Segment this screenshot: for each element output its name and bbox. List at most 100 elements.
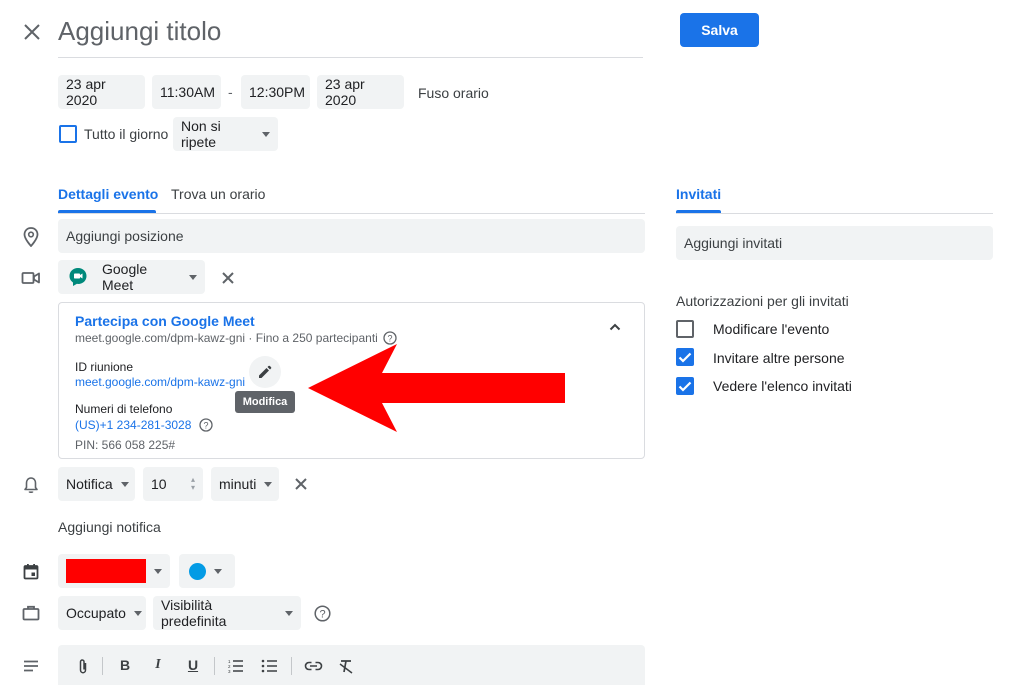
guests-divider (676, 213, 993, 214)
edit-tooltip: Modifica (235, 391, 295, 413)
description-lines-icon (20, 656, 42, 676)
permission-modify-event-label: Modificare l'evento (713, 321, 830, 337)
underline-icon[interactable]: U (184, 656, 202, 674)
guest-permissions-title: Autorizzazioni per gli invitati (676, 293, 849, 309)
repeat-dropdown[interactable]: Non si ripete (173, 117, 278, 151)
remove-conference-icon[interactable] (218, 268, 238, 288)
close-icon[interactable] (18, 18, 46, 46)
start-time-text: 11:30AM (160, 84, 215, 100)
link-icon[interactable] (303, 657, 323, 675)
notification-unit-text: minuti (219, 476, 257, 492)
toolbar-divider (291, 657, 292, 675)
title-placeholder: Aggiungi titolo (58, 16, 222, 46)
repeat-text: Non si ripete (181, 118, 221, 150)
availability-text: Occupato (66, 605, 126, 621)
tab-find-time-label: Trova un orario (171, 186, 266, 202)
event-color-dot (189, 562, 206, 580)
clear-formatting-icon[interactable] (337, 657, 355, 675)
title-input[interactable]: Aggiungi titolo (58, 14, 643, 58)
google-meet-icon (68, 267, 88, 287)
italic-icon[interactable]: I (149, 656, 167, 674)
bulleted-list-icon[interactable] (260, 657, 278, 675)
briefcase-icon (20, 602, 42, 624)
all-day-label: Tutto il giorno (84, 126, 169, 142)
notification-amount-text: 10 (151, 476, 167, 492)
description-toolbar: B I U 123 (58, 645, 645, 685)
notification-unit-dropdown[interactable]: minuti (211, 467, 279, 501)
calendar-icon (20, 560, 42, 582)
conference-dropdown[interactable]: Google Meet (58, 260, 205, 294)
calendar-color-swatch (66, 559, 146, 583)
chevron-up-icon[interactable] (605, 317, 625, 337)
edit-meeting-button[interactable] (249, 356, 281, 388)
guests-tab[interactable]: Invitati (676, 186, 721, 202)
end-date-chip[interactable]: 23 apr 2020 (317, 75, 404, 109)
tabs-divider (58, 213, 645, 214)
remove-notification-icon[interactable] (291, 474, 311, 494)
notification-amount-stepper[interactable]: 10 ▴ ▾ (143, 467, 203, 501)
toolbar-divider (102, 657, 103, 675)
chevron-down-icon (285, 610, 293, 616)
chevron-down-icon (133, 610, 142, 616)
start-date-text: 23 apr 2020 (66, 76, 106, 108)
all-day-checkbox[interactable] (59, 125, 77, 143)
permission-invite-others-label: Invitare altre persone (713, 350, 845, 366)
phone-row: (US)+1 234-281-3028 ? (75, 418, 214, 432)
pencil-icon (259, 365, 272, 378)
stepper-arrows-icon[interactable]: ▴ ▾ (191, 476, 195, 492)
numbered-list-icon[interactable]: 123 (226, 657, 244, 675)
notification-type-text: Notifica (66, 476, 113, 492)
visibility-text: Visibilità predefinita (161, 597, 227, 629)
timezone-link[interactable]: Fuso orario (418, 85, 489, 101)
save-label: Salva (701, 22, 738, 38)
chevron-down-icon (120, 481, 129, 487)
check-icon (678, 381, 692, 392)
meet-pin: PIN: 566 058 225# (75, 438, 176, 452)
event-color-select[interactable] (179, 554, 235, 588)
tab-find-time[interactable]: Trova un orario (171, 186, 265, 202)
video-camera-icon (20, 267, 42, 289)
attachment-icon[interactable] (74, 657, 92, 675)
chevron-down-icon (154, 568, 162, 574)
tab-details[interactable]: Dettagli evento (58, 186, 158, 202)
chevron-down-icon (262, 131, 270, 137)
chevron-down-icon (189, 274, 197, 280)
edit-tooltip-text: Modifica (242, 396, 288, 408)
annotation-arrow (308, 344, 565, 432)
toolbar-divider (214, 657, 215, 675)
add-guests-placeholder: Aggiungi invitati (684, 235, 783, 251)
location-pin-icon (20, 226, 42, 248)
guests-tab-label: Invitati (676, 186, 722, 202)
chevron-down-icon (214, 568, 222, 574)
save-button[interactable]: Salva (680, 13, 759, 47)
add-guests-input[interactable]: Aggiungi invitati (676, 226, 993, 260)
permission-invite-others-checkbox[interactable] (676, 348, 694, 366)
permission-see-guests-checkbox[interactable] (676, 377, 694, 395)
join-meet-link[interactable]: Partecipa con Google Meet (75, 313, 255, 329)
time-separator: - (228, 84, 233, 100)
chevron-down-icon (264, 481, 273, 487)
start-time-chip[interactable]: 11:30AM (152, 75, 221, 109)
end-date-text: 23 apr 2020 (325, 76, 365, 108)
start-date-chip[interactable]: 23 apr 2020 (58, 75, 145, 109)
svg-text:?: ? (319, 608, 325, 620)
calendar-select[interactable] (58, 554, 170, 588)
location-input[interactable]: Aggiungi posizione (58, 219, 645, 253)
visibility-dropdown[interactable]: Visibilità predefinita (153, 596, 301, 630)
end-time-chip[interactable]: 12:30PM (241, 75, 310, 109)
add-notification-link[interactable]: Aggiungi notifica (58, 519, 161, 535)
meeting-id-label: ID riunione (75, 360, 134, 374)
availability-dropdown[interactable]: Occupato (58, 596, 146, 630)
phone-numbers-label: Numeri di telefono (75, 402, 173, 416)
phone-number-link[interactable]: (US)+1 234-281-3028 (75, 418, 191, 432)
help-icon[interactable]: ? (312, 603, 332, 623)
svg-text:?: ? (204, 421, 209, 431)
location-placeholder: Aggiungi posizione (66, 228, 184, 244)
permission-modify-event-checkbox[interactable] (676, 320, 694, 338)
notification-type-dropdown[interactable]: Notifica (58, 467, 135, 501)
bold-icon[interactable]: B (116, 656, 134, 674)
tab-details-label: Dettagli evento (58, 186, 159, 202)
meeting-id-link[interactable]: meet.google.com/dpm-kawz-gni (75, 375, 245, 389)
help-icon[interactable]: ? (199, 418, 214, 432)
svg-text:3: 3 (228, 669, 231, 673)
